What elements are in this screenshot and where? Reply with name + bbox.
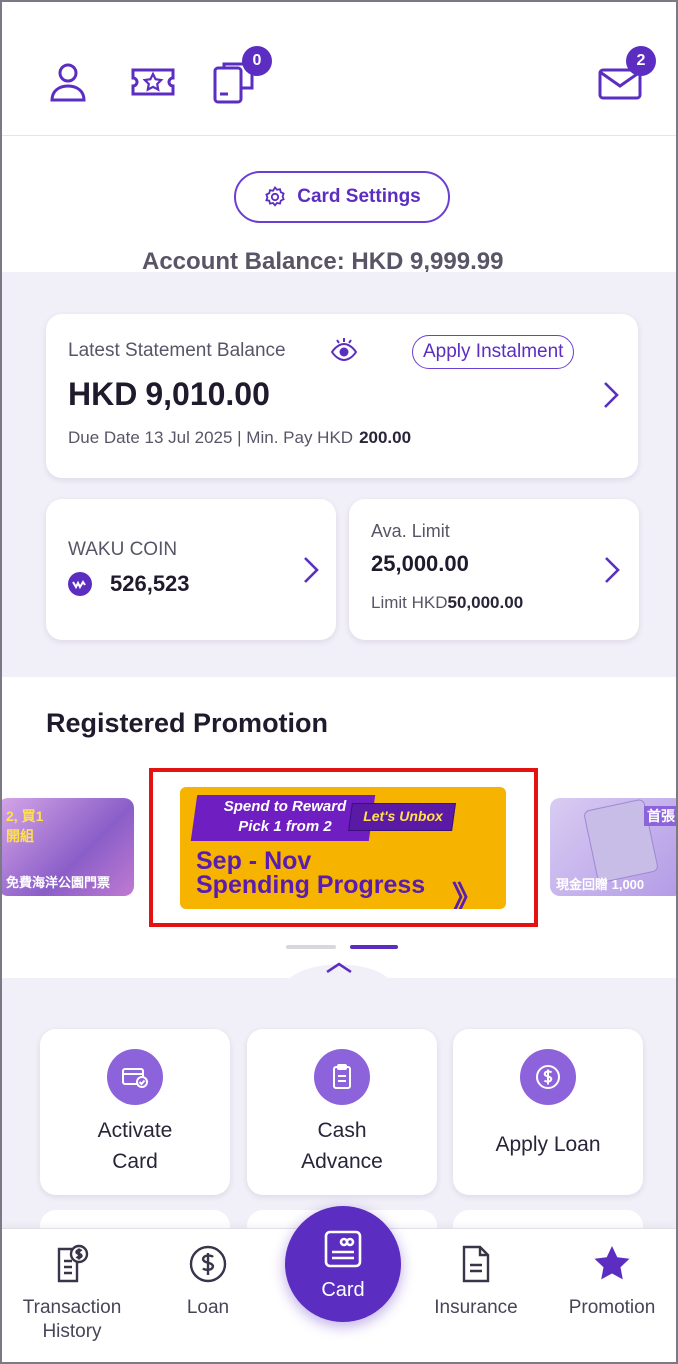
chevron-right-icon	[304, 557, 319, 583]
apply-instalment-button[interactable]: Apply Instalment	[412, 335, 575, 369]
waku-coin-icon	[68, 572, 92, 596]
highlight-box	[149, 768, 538, 927]
card-icon	[324, 1230, 362, 1268]
promo-banner-right[interactable]: 首張 現金回贈 1,000	[550, 798, 676, 896]
right-banner-caption: 現金回贈 1,000	[556, 877, 645, 892]
waku-coin-card[interactable]: WAKU COIN 526,523	[46, 499, 336, 640]
nav-loan[interactable]: Loan	[148, 1243, 268, 1320]
action-label-line1: Activate	[97, 1119, 173, 1142]
card-settings-label: Card Settings	[297, 186, 421, 207]
due-date-prefix: Due Date 13 Jul 2025 | Min. Pay HKD	[68, 428, 354, 447]
waku-coin-value: 526,523	[110, 571, 190, 596]
credit-limit-text: Limit HKD50,000.00	[371, 593, 523, 613]
clipboard-icon	[314, 1049, 370, 1105]
activate-card-icon	[107, 1049, 163, 1105]
available-limit-card[interactable]: Ava. Limit 25,000.00 Limit HKD50,000.00	[349, 499, 639, 640]
dollar-circle-icon	[520, 1049, 576, 1105]
nav-label: Loan	[186, 1297, 230, 1318]
waku-coin-label: WAKU COIN	[68, 539, 178, 560]
eye-icon[interactable]	[330, 336, 358, 364]
document-icon	[462, 1245, 490, 1283]
statement-label: Latest Statement Balance	[68, 340, 286, 361]
gear-icon	[265, 185, 285, 207]
nav-transaction-history[interactable]: Transaction History	[12, 1243, 132, 1344]
left-banner-caption: 免費海洋公園門票	[6, 875, 111, 890]
transaction-history-icon	[57, 1244, 89, 1283]
collapse-chevron-icon[interactable]	[2, 954, 676, 978]
apply-loan-button[interactable]: Apply Loan	[453, 1029, 643, 1195]
dollar-circle-icon	[189, 1245, 227, 1283]
chevron-right-icon	[604, 382, 619, 408]
nav-label: Card	[321, 1279, 365, 1301]
action-label-line2: Card	[112, 1150, 158, 1173]
available-limit-label: Ava. Limit	[371, 521, 450, 541]
coupon-star-icon[interactable]	[129, 58, 177, 106]
wallet-badge: 0	[242, 46, 272, 76]
min-pay-value: 200.00	[359, 428, 412, 447]
activate-card-button[interactable]: Activate Card	[40, 1029, 230, 1195]
carousel-dot-active[interactable]	[350, 945, 398, 949]
currency-label: HKD	[68, 376, 138, 412]
right-banner-tag: 首張	[644, 806, 676, 826]
mail-badge: 2	[626, 46, 656, 76]
credit-limit-value: 50,000.00	[447, 593, 524, 612]
registered-promotion-title: Registered Promotion	[46, 708, 329, 738]
nav-promotion[interactable]: Promotion	[552, 1243, 672, 1320]
statement-card[interactable]: Latest Statement Balance Apply Instalmen…	[46, 314, 638, 478]
carousel-dot[interactable]	[286, 945, 336, 949]
chevron-right-icon	[605, 557, 620, 583]
nav-card[interactable]: Card	[285, 1206, 401, 1322]
apply-loan-label: Apply Loan	[495, 1133, 601, 1156]
available-limit-value: 25,000.00	[371, 551, 469, 576]
top-bar: 0 2	[2, 2, 676, 136]
app-screen: Account Balance: HKD 9,999.99 Card Setti…	[0, 0, 678, 1364]
promo-banner-left[interactable]: 2, 買1 開組 免費海洋公園門票	[2, 798, 134, 896]
left-banner-text2: 開組	[6, 828, 34, 844]
action-label-line2: Advance	[301, 1150, 383, 1173]
due-date-text: Due Date 13 Jul 2025 | Min. Pay HKD 200.0…	[68, 428, 411, 448]
credit-limit-prefix: Limit HKD	[371, 593, 448, 612]
nav-insurance[interactable]: Insurance	[416, 1243, 536, 1320]
card-settings-button[interactable]: Card Settings	[234, 171, 450, 223]
profile-icon[interactable]	[44, 58, 92, 106]
cash-advance-button[interactable]: Cash Advance	[247, 1029, 437, 1195]
left-banner-text: 2, 買1	[6, 808, 44, 824]
statement-amount: HKD 9,010.00	[68, 376, 270, 413]
star-icon	[594, 1246, 630, 1280]
nav-label: Transaction History	[22, 1297, 122, 1342]
action-label-line1: Cash	[317, 1119, 367, 1142]
nav-label: Promotion	[568, 1297, 656, 1318]
activate-card-label: Activate Card	[40, 1115, 230, 1177]
amount-value: 9,010.00	[145, 376, 270, 412]
cash-advance-label: Cash Advance	[247, 1115, 437, 1177]
nav-label: Insurance	[434, 1297, 518, 1318]
